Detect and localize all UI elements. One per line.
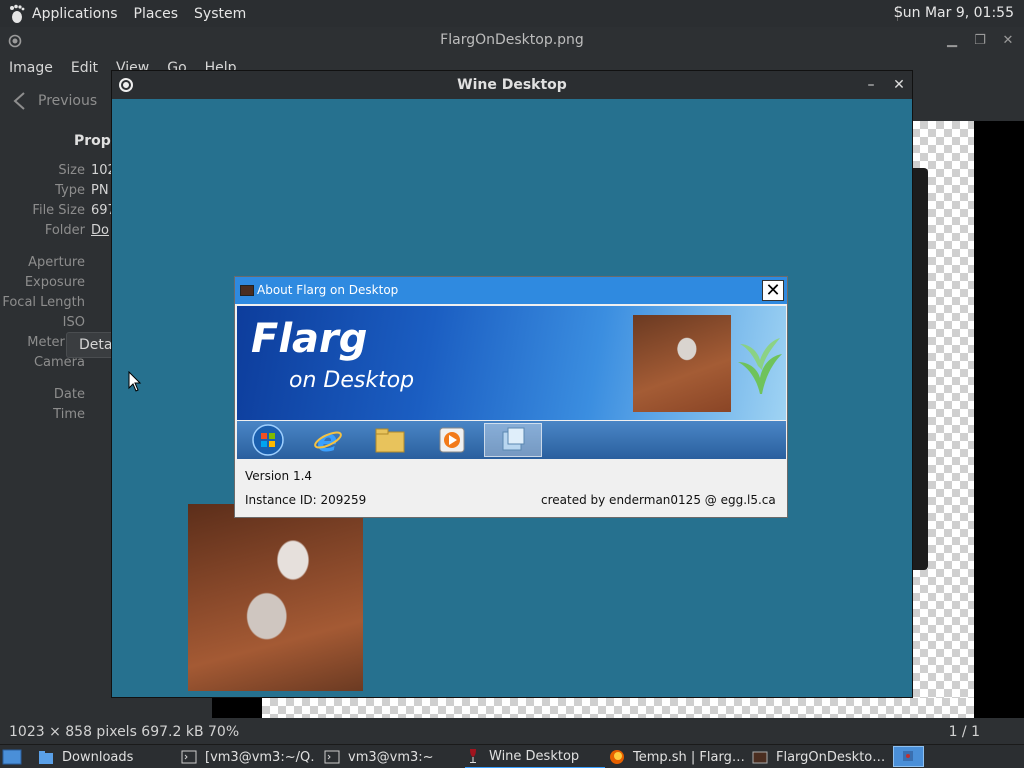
system-label: System [194,5,247,22]
taskbar-label: vm3@vm3:~ [348,749,434,765]
flarg-thumbnail [633,315,731,412]
window-switcher-icon [484,423,542,457]
previous-button[interactable]: Previous [10,86,97,116]
taskbar-item-terminal-1[interactable]: [vm3@vm3:~/Q… [181,745,316,768]
image-edge [912,168,928,570]
taskbar-item-flarg[interactable]: FlargOnDeskto… [752,745,884,768]
window-menu-icon[interactable] [8,34,22,48]
prop-label-exposure: Exposure [24,275,85,290]
folder-link[interactable]: Do [91,223,109,238]
gnome-foot-icon [10,4,25,23]
about-title: About Flarg on Desktop [257,283,399,297]
flarg-creature-image[interactable] [188,504,363,691]
taskbar-item-downloads[interactable]: Downloads [38,745,168,768]
image-index: 1 / 1 [948,724,980,740]
viewer-statusbar: 1023 × 858 pixels 697.2 kB 70% 1 / 1 [0,718,1024,744]
media-player-icon [423,423,481,457]
prop-label-date: Date [53,387,85,402]
menu-image[interactable]: Image [0,56,62,80]
taskbar-label: Temp.sh | Flarg… [633,749,744,765]
workspace-preview-icon [903,751,913,761]
about-dialog: About Flarg on Desktop ✕ Flarg on Deskto… [234,276,788,518]
firefox-icon [610,750,624,764]
bottom-taskbar: Downloads [vm3@vm3:~/Q… vm3@vm3:~ Wine D… [0,744,1024,768]
image-canvas-border-bottom [212,698,262,718]
credit-text: created by enderman0125 @ egg.l5.ca [541,493,776,507]
image-info: 1023 × 858 pixels 697.2 kB 70% [9,724,240,740]
taskbar-label: Downloads [62,749,134,765]
properties-panel: Prope Size 102 Type PN File Size 697 Fol… [0,123,120,643]
wine-glass-icon [470,749,476,763]
instance-id-text: Instance ID: 209259 [245,493,367,507]
image-canvas-transparency-bottom [262,698,974,718]
leaves-icon [738,338,782,394]
window-menu-icon[interactable] [119,78,133,92]
version-text: Version 1.4 [245,469,313,483]
folder-icon [39,751,53,764]
about-taskbar-strip: e [237,421,786,459]
about-titlebar[interactable]: About Flarg on Desktop ✕ [235,277,787,304]
close-icon[interactable]: ✕ [997,27,1019,54]
wine-minimize-button[interactable]: – [860,71,882,99]
terminal-icon [324,750,340,764]
workspace-switcher[interactable] [893,746,924,767]
prop-label-size: Size [58,163,85,178]
taskbar-item-wine-desktop[interactable]: Wine Desktop [465,745,605,768]
wine-titlebar[interactable]: Wine Desktop – ✕ [112,71,912,99]
about-close-button[interactable]: ✕ [762,280,784,301]
previous-label: Previous [38,93,98,109]
taskbar-label: FlargOnDeskto… [776,749,884,765]
prop-label-time: Time [53,407,85,422]
about-banner: Flarg on Desktop [237,306,786,420]
viewer-title: FlargOnDesktop.png [440,32,584,48]
terminal-icon [181,750,197,764]
places-label: Places [133,5,179,22]
prop-label-iso: ISO [62,315,85,330]
image-canvas-border [974,121,1024,718]
prop-label-aperture: Aperture [28,255,85,270]
applications-menu[interactable]: Applications [0,0,126,27]
minimize-icon[interactable]: ▁ [941,27,963,54]
clock[interactable]: Sun Mar 9, 01:55 [894,0,1014,27]
internet-explorer-icon: e [299,423,357,457]
prop-label-type: Type [55,183,85,198]
places-menu[interactable]: Places [126,0,187,27]
top-panel: Applications Places System Sun Mar 9, 01… [0,0,1024,27]
wine-close-button[interactable]: ✕ [888,71,910,99]
chevron-left-icon [13,92,25,110]
taskbar-label: [vm3@vm3:~/Q… [205,749,316,765]
flarg-app-icon [752,751,768,764]
maximize-icon[interactable]: ❐ [969,27,991,54]
mouse-cursor-icon [128,371,142,392]
folder-icon [361,423,419,457]
windows-orb-icon [239,423,297,457]
system-menu[interactable]: System [186,0,254,27]
viewer-titlebar[interactable]: FlargOnDesktop.png ▁ ❐ ✕ [0,27,1024,54]
banner-subtitle: on Desktop [289,368,415,393]
menu-edit[interactable]: Edit [62,56,107,80]
wine-title: Wine Desktop [457,77,567,93]
taskbar-item-terminal-2[interactable]: vm3@vm3:~ [324,745,454,768]
show-desktop-icon[interactable] [2,748,22,768]
taskbar-label: Wine Desktop [489,748,580,764]
prop-label-file-size: File Size [32,203,85,218]
prop-value-type: PN [91,183,109,198]
flarg-app-icon [240,285,254,296]
prop-label-folder: Folder [44,223,85,238]
banner-title: Flarg [251,316,368,362]
applications-label: Applications [32,5,118,22]
prop-label-focal-length: Focal Length [2,295,85,310]
taskbar-item-firefox[interactable]: Temp.sh | Flarg… [609,745,744,768]
